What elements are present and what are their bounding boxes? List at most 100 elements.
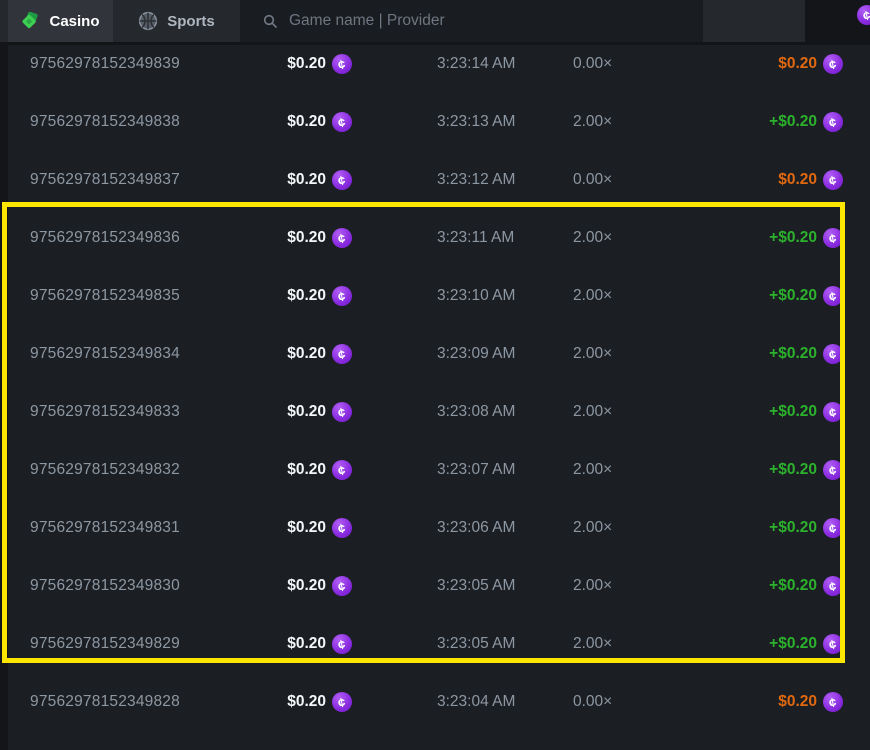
payout-amount: +$0.20 bbox=[769, 577, 817, 595]
bet-amount: $0.20 bbox=[287, 171, 326, 189]
bet-amount-cell: $0.20 ¢ bbox=[282, 112, 352, 132]
bet-time: 3:23:09 AM bbox=[437, 345, 573, 363]
table-row[interactable]: 97562978152349838 $0.20 ¢ 3:23:13 AM 2.0… bbox=[8, 93, 870, 151]
coin-icon: ¢ bbox=[823, 460, 843, 480]
bet-multiplier: 2.00× bbox=[573, 229, 673, 247]
bet-multiplier: 2.00× bbox=[573, 345, 673, 363]
payout-cell: +$0.20 ¢ bbox=[673, 634, 843, 654]
table-row[interactable]: 97562978152349830 $0.20 ¢ 3:23:05 AM 2.0… bbox=[8, 557, 870, 615]
coin-icon: ¢ bbox=[332, 286, 352, 306]
payout-cell: +$0.20 ¢ bbox=[673, 112, 843, 132]
bet-multiplier: 0.00× bbox=[573, 171, 673, 189]
bet-time: 3:23:12 AM bbox=[437, 171, 573, 189]
bet-amount: $0.20 bbox=[287, 229, 326, 247]
payout-cell: +$0.20 ¢ bbox=[673, 286, 843, 306]
bet-amount-cell: $0.20 ¢ bbox=[282, 228, 352, 248]
bet-amount-cell: $0.20 ¢ bbox=[282, 518, 352, 538]
bet-amount: $0.20 bbox=[287, 287, 326, 305]
bet-amount-cell: $0.20 ¢ bbox=[282, 692, 352, 712]
payout-cell: +$0.20 ¢ bbox=[673, 228, 843, 248]
coin-icon: ¢ bbox=[332, 112, 352, 132]
table-row[interactable]: 97562978152349829 $0.20 ¢ 3:23:05 AM 2.0… bbox=[8, 615, 870, 673]
payout-cell: +$0.20 ¢ bbox=[673, 402, 843, 422]
bet-amount: $0.20 bbox=[287, 577, 326, 595]
search-input[interactable] bbox=[289, 0, 703, 42]
bet-multiplier: 0.00× bbox=[573, 55, 673, 73]
balance-coin-icon[interactable]: ¢ bbox=[857, 5, 870, 25]
coin-icon: ¢ bbox=[332, 170, 352, 190]
bet-amount: $0.20 bbox=[287, 345, 326, 363]
table-row[interactable]: 97562978152349833 $0.20 ¢ 3:23:08 AM 2.0… bbox=[8, 383, 870, 441]
payout-amount: +$0.20 bbox=[769, 287, 817, 305]
bet-time: 3:23:11 AM bbox=[437, 229, 573, 247]
table-row[interactable]: 97562978152349839 $0.20 ¢ 3:23:14 AM 0.0… bbox=[8, 45, 870, 93]
table-row[interactable]: 97562978152349828 $0.20 ¢ 3:23:04 AM 0.0… bbox=[8, 673, 870, 731]
bet-amount-cell: $0.20 ¢ bbox=[282, 286, 352, 306]
table-row[interactable]: 97562978152349831 $0.20 ¢ 3:23:06 AM 2.0… bbox=[8, 499, 870, 557]
payout-amount: +$0.20 bbox=[769, 345, 817, 363]
payout-amount: +$0.20 bbox=[769, 635, 817, 653]
bet-multiplier: 2.00× bbox=[573, 635, 673, 653]
bet-amount-cell: $0.20 ¢ bbox=[282, 402, 352, 422]
bet-id: 97562978152349829 bbox=[30, 635, 282, 653]
coin-icon: ¢ bbox=[332, 228, 352, 248]
table-row[interactable]: 97562978152349832 $0.20 ¢ 3:23:07 AM 2.0… bbox=[8, 441, 870, 499]
coin-icon: ¢ bbox=[332, 54, 352, 74]
payout-amount: +$0.20 bbox=[769, 519, 817, 537]
bet-multiplier: 2.00× bbox=[573, 287, 673, 305]
payout-amount: $0.20 bbox=[778, 693, 817, 711]
bet-time: 3:23:06 AM bbox=[437, 519, 573, 537]
coin-icon: ¢ bbox=[823, 112, 843, 132]
payout-cell: $0.20 ¢ bbox=[673, 170, 843, 190]
bet-amount: $0.20 bbox=[287, 461, 326, 479]
bet-amount: $0.20 bbox=[287, 635, 326, 653]
top-navigation-bar: Casino Sports bbox=[0, 0, 805, 42]
bet-time: 3:23:13 AM bbox=[437, 113, 573, 131]
tab-casino[interactable]: Casino bbox=[8, 0, 113, 42]
bet-time: 3:23:04 AM bbox=[437, 693, 573, 711]
coin-icon: ¢ bbox=[332, 518, 352, 538]
table-row[interactable]: 97562978152349835 $0.20 ¢ 3:23:10 AM 2.0… bbox=[8, 267, 870, 325]
table-row[interactable]: 97562978152349837 $0.20 ¢ 3:23:12 AM 0.0… bbox=[8, 151, 870, 209]
bet-id: 97562978152349834 bbox=[30, 345, 282, 363]
bet-time: 3:23:05 AM bbox=[437, 577, 573, 595]
bet-amount-cell: $0.20 ¢ bbox=[282, 460, 352, 480]
coin-icon: ¢ bbox=[332, 344, 352, 364]
bet-multiplier: 2.00× bbox=[573, 403, 673, 421]
bet-amount-cell: $0.20 ¢ bbox=[282, 576, 352, 596]
payout-cell: $0.20 ¢ bbox=[673, 54, 843, 74]
bet-id: 97562978152349830 bbox=[30, 577, 282, 595]
coin-icon: ¢ bbox=[332, 402, 352, 422]
bet-time: 3:23:05 AM bbox=[437, 635, 573, 653]
bet-amount-cell: $0.20 ¢ bbox=[282, 344, 352, 364]
coin-icon: ¢ bbox=[823, 402, 843, 422]
bet-id: 97562978152349836 bbox=[30, 229, 282, 247]
coin-icon: ¢ bbox=[823, 692, 843, 712]
coin-icon: ¢ bbox=[823, 228, 843, 248]
coin-icon: ¢ bbox=[823, 634, 843, 654]
bet-time: 3:23:10 AM bbox=[437, 287, 573, 305]
bet-id: 97562978152349837 bbox=[30, 171, 282, 189]
payout-cell: +$0.20 ¢ bbox=[673, 518, 843, 538]
bet-multiplier: 2.00× bbox=[573, 113, 673, 131]
bet-amount: $0.20 bbox=[287, 519, 326, 537]
bet-id: 97562978152349828 bbox=[30, 693, 282, 711]
basketball-icon bbox=[138, 11, 158, 31]
bet-amount-cell: $0.20 ¢ bbox=[282, 54, 352, 74]
bet-multiplier: 2.00× bbox=[573, 577, 673, 595]
table-row[interactable]: 97562978152349834 $0.20 ¢ 3:23:09 AM 2.0… bbox=[8, 325, 870, 383]
coin-icon: ¢ bbox=[332, 460, 352, 480]
table-row[interactable]: 97562978152349836 $0.20 ¢ 3:23:11 AM 2.0… bbox=[8, 209, 870, 267]
tab-sports[interactable]: Sports bbox=[113, 0, 240, 42]
payout-cell: +$0.20 ¢ bbox=[673, 576, 843, 596]
payout-amount: +$0.20 bbox=[769, 403, 817, 421]
bet-id: 97562978152349833 bbox=[30, 403, 282, 421]
tab-casino-label: Casino bbox=[49, 13, 99, 30]
payout-amount: +$0.20 bbox=[769, 113, 817, 131]
payout-cell: +$0.20 ¢ bbox=[673, 344, 843, 364]
bet-id: 97562978152349831 bbox=[30, 519, 282, 537]
coin-icon: ¢ bbox=[823, 286, 843, 306]
search-bar bbox=[240, 0, 703, 42]
casino-cards-icon bbox=[21, 12, 40, 31]
coin-icon: ¢ bbox=[823, 344, 843, 364]
